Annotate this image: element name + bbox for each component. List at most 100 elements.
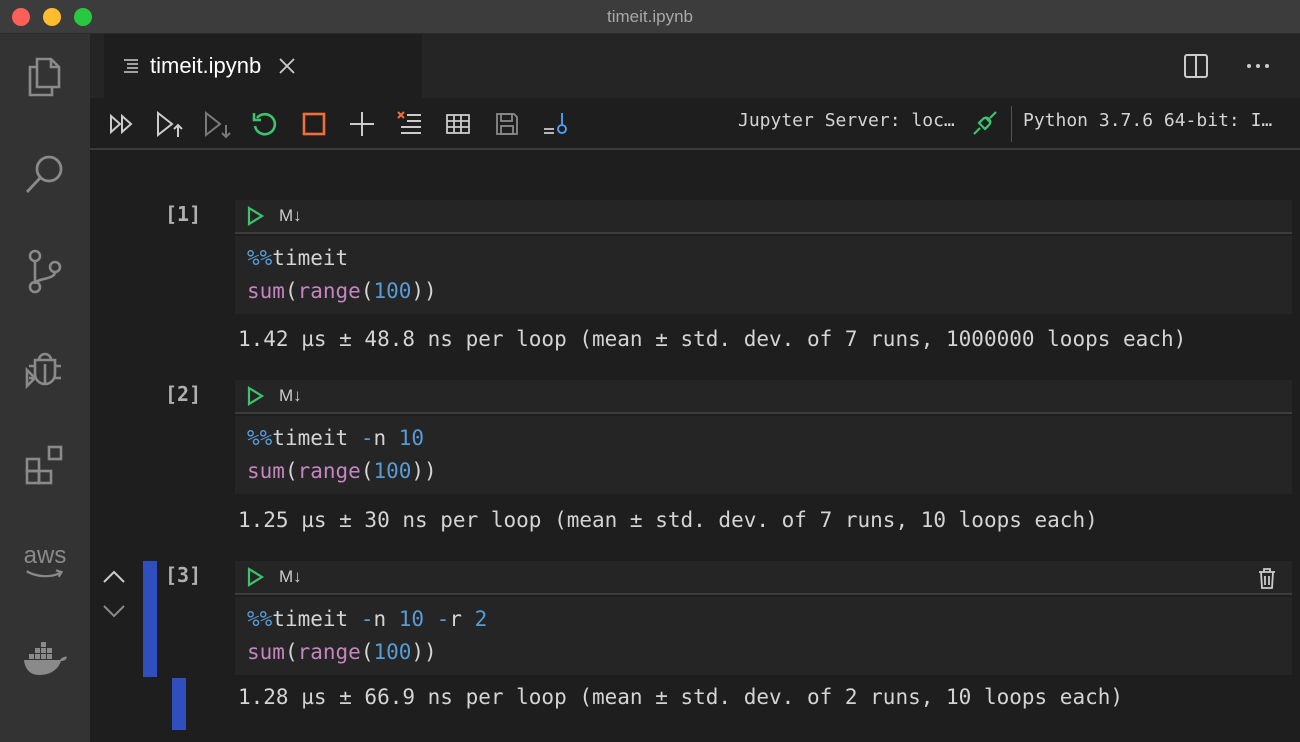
code-token: )): [411, 459, 437, 483]
export-icon: [544, 113, 567, 134]
code-token: (: [360, 459, 374, 483]
cell-toolbar: M↓: [235, 561, 1292, 595]
code-token: 100: [373, 640, 412, 664]
clear-outputs-icon: [397, 111, 421, 134]
code-token: range: [297, 459, 361, 483]
code-token: n: [373, 607, 399, 631]
execution-count: [2]: [165, 382, 202, 406]
tab-timeit-notebook[interactable]: timeit.ipynb: [104, 34, 422, 98]
search-icon[interactable]: [20, 149, 70, 199]
code-token: 100: [373, 279, 412, 303]
execution-count: [1]: [165, 202, 202, 226]
markdown-toggle[interactable]: M↓: [279, 567, 302, 587]
code-token: 100: [373, 459, 412, 483]
selection-indicator: [143, 561, 157, 677]
code-token: )): [411, 279, 437, 303]
explorer-icon[interactable]: [20, 52, 70, 102]
code-token: %%: [247, 246, 273, 270]
trash-icon[interactable]: [1256, 566, 1278, 590]
close-icon[interactable]: [277, 56, 297, 76]
save-button[interactable]: [491, 108, 523, 140]
code-token: sum: [247, 459, 285, 483]
output-selection-indicator: [172, 678, 186, 730]
clear-outputs-button[interactable]: [394, 108, 426, 140]
cell-output: 1.25 µs ± 30 ns per loop (mean ± std. de…: [238, 508, 1098, 532]
code-editor[interactable]: %%timeit sum(range(100)): [235, 236, 1292, 314]
notebook-file-icon: [124, 59, 138, 73]
cell-output: 1.42 µs ± 48.8 ns per loop (mean ± std. …: [238, 327, 1187, 351]
code-token: timeit: [272, 607, 361, 631]
notebook-body: [1] M↓ %%timeit sum(range(100)) 1.42 µs ±…: [90, 152, 1300, 742]
export-button[interactable]: [540, 108, 572, 140]
run-cell-icon[interactable]: [245, 567, 265, 587]
run-all-icon: [110, 113, 133, 135]
source-control-icon[interactable]: [20, 246, 70, 296]
code-token: (: [284, 279, 298, 303]
aws-label: aws: [23, 542, 67, 569]
variables-button[interactable]: [442, 108, 474, 140]
kernel-selector[interactable]: Python 3.7.6 64-bit: I…: [1023, 110, 1272, 131]
docker-icon[interactable]: [20, 634, 70, 684]
code-token: sum: [247, 640, 285, 664]
aws-icon[interactable]: aws: [20, 537, 70, 587]
code-token: 2: [474, 607, 488, 631]
code-token: 10: [398, 607, 425, 631]
code-token: (: [360, 279, 374, 303]
code-token: (: [360, 640, 374, 664]
code-token: %%: [247, 607, 273, 631]
restart-icon: [252, 112, 277, 136]
cell-toolbar: M↓: [235, 380, 1292, 414]
execution-count: [3]: [165, 563, 202, 587]
cell-toolbar: M↓: [235, 200, 1292, 234]
code-token: n: [373, 426, 399, 450]
title-bar: timeit.ipynb: [0, 0, 1300, 34]
code-token: )): [411, 640, 437, 664]
stop-icon: [302, 112, 326, 136]
run-below-button[interactable]: [201, 108, 233, 140]
markdown-toggle[interactable]: M↓: [279, 386, 302, 406]
code-token: -: [360, 607, 374, 631]
code-token: r: [449, 607, 475, 631]
code-line: sum(range(100)): [247, 275, 1292, 308]
editor-tab-bar: timeit.ipynb: [90, 34, 1300, 98]
add-cell-button[interactable]: [346, 108, 378, 140]
debug-icon[interactable]: [20, 343, 70, 393]
code-token: (: [284, 640, 298, 664]
cell-output: 1.28 µs ± 66.9 ns per loop (mean ± std. …: [238, 685, 1124, 709]
code-token: -: [436, 607, 450, 631]
run-below-icon: [205, 110, 231, 139]
code-line: sum(range(100)): [247, 455, 1292, 488]
restart-kernel-button[interactable]: [249, 108, 281, 140]
code-token: sum: [247, 279, 285, 303]
code-token: range: [297, 640, 361, 664]
interrupt-kernel-button[interactable]: [298, 108, 330, 140]
code-token: (: [284, 459, 298, 483]
markdown-toggle[interactable]: M↓: [279, 206, 302, 226]
run-cell-icon[interactable]: [245, 206, 265, 226]
split-editor-icon[interactable]: [1182, 52, 1210, 80]
chevron-down-icon[interactable]: [101, 601, 127, 621]
jupyter-server-label[interactable]: Jupyter Server: loc…: [738, 110, 955, 131]
run-cell-icon[interactable]: [245, 386, 265, 406]
server-connected-icon[interactable]: [970, 108, 1000, 138]
activity-bar: aws: [0, 34, 90, 742]
run-above-button[interactable]: [153, 108, 185, 140]
code-editor[interactable]: %%timeit -n 10 -r 2 sum(range(100)): [235, 597, 1292, 675]
code-line: %%timeit -n 10 -r 2: [247, 603, 1292, 636]
tab-title: timeit.ipynb: [150, 53, 262, 78]
more-actions-icon[interactable]: [1244, 52, 1272, 80]
code-token: %%: [247, 426, 273, 450]
notebook-toolbar: Jupyter Server: loc… Python 3.7.6 64-bit…: [90, 98, 1300, 150]
code-token: 10: [398, 426, 425, 450]
chevron-up-icon[interactable]: [101, 567, 127, 587]
toolbar-divider: [1011, 106, 1012, 142]
extensions-icon[interactable]: [20, 440, 70, 490]
plus-icon: [350, 112, 374, 136]
table-icon: [446, 114, 470, 134]
run-all-cells-button[interactable]: [106, 108, 138, 140]
code-token: timeit: [272, 246, 349, 270]
code-token: range: [297, 279, 361, 303]
code-editor[interactable]: %%timeit -n 10 sum(range(100)): [235, 416, 1292, 494]
code-token: -: [360, 426, 374, 450]
